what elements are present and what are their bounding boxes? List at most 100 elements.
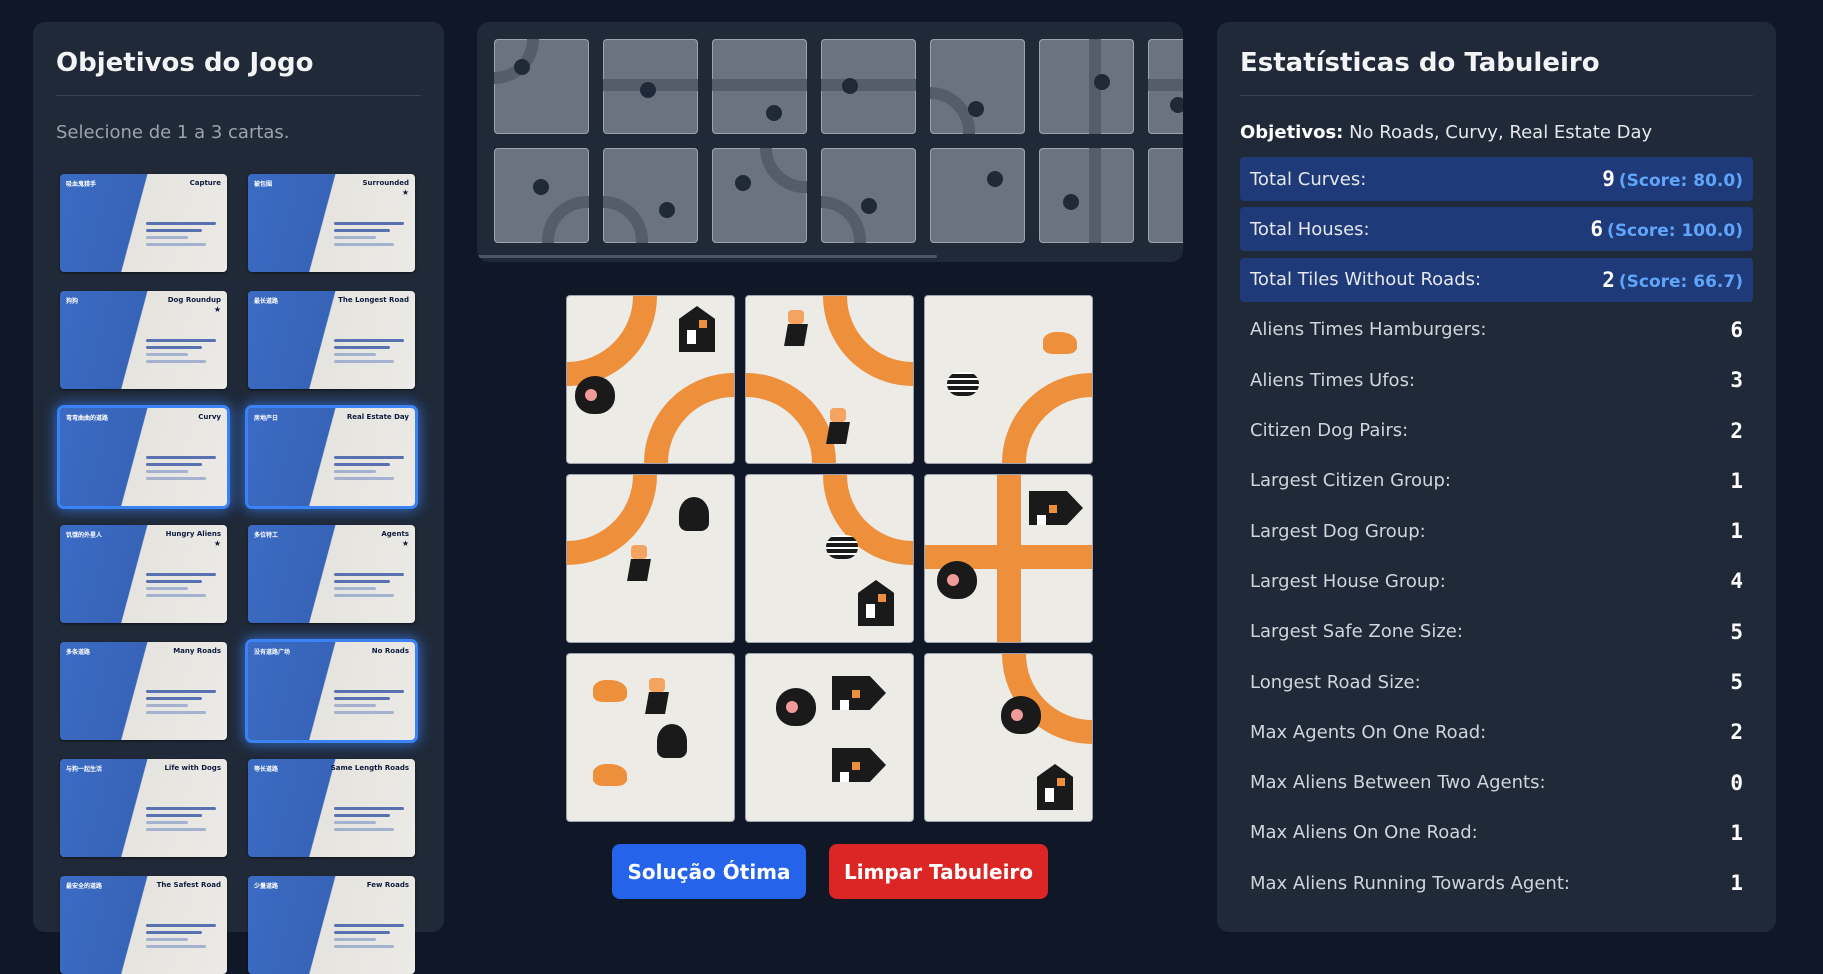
tray-scrollbar[interactable] <box>477 255 937 258</box>
card-description <box>334 807 404 835</box>
card-chinese-title: 多条道路 <box>66 649 91 656</box>
stat-value: 1 <box>1730 820 1743 845</box>
house-icon <box>858 580 894 626</box>
objective-card[interactable]: 多条道路 Many Roads <box>60 642 227 740</box>
board-tile[interactable] <box>925 296 1092 463</box>
stat-value: 0 <box>1730 770 1743 795</box>
dog-icon <box>1043 332 1077 354</box>
stat-value: 5 <box>1730 670 1743 694</box>
objective-card[interactable]: 没有道路广场 No Roads <box>248 642 415 740</box>
tray-tile[interactable] <box>603 39 698 134</box>
card-chinese-title: 最长道路 <box>254 298 279 305</box>
tray-tile[interactable] <box>603 148 698 243</box>
card-illustration <box>256 426 336 496</box>
tray-tile[interactable] <box>1039 39 1134 134</box>
objective-card[interactable]: 少量道路 Few Roads <box>248 876 415 974</box>
stat-row: Largest House Group: 4 <box>1240 559 1753 603</box>
card-illustration <box>68 543 148 613</box>
stat-value-group: 0 <box>1730 771 1743 795</box>
alien-icon <box>575 376 615 414</box>
board-tile[interactable] <box>746 654 913 821</box>
objectives-value: No Roads, Curvy, Real Estate Day <box>1349 122 1653 143</box>
stat-value-group: 1 <box>1730 469 1743 493</box>
tray-tile[interactable] <box>494 148 589 243</box>
card-description <box>334 222 404 250</box>
board-tile[interactable] <box>925 654 1092 821</box>
card-title: The Safest Road <box>156 881 221 889</box>
board-tile[interactable] <box>746 475 913 642</box>
card-title: Surrounded <box>362 179 409 187</box>
citizen-icon <box>784 310 808 346</box>
tray-tile[interactable] <box>930 39 1025 134</box>
clear-board-button[interactable]: Limpar Tabuleiro <box>829 844 1048 899</box>
stat-row: Largest Citizen Group: 1 <box>1240 459 1753 503</box>
stat-value: 1 <box>1730 519 1743 544</box>
tray-tile[interactable] <box>712 39 807 134</box>
tray-tile[interactable] <box>1039 148 1134 243</box>
stat-row: Max Aliens Running Towards Agent: 1 <box>1240 861 1753 905</box>
tray-tile[interactable] <box>494 39 589 134</box>
stat-score: (Score: 100.0) <box>1607 221 1743 242</box>
card-description <box>146 573 216 601</box>
card-title: Capture <box>189 179 221 187</box>
tray-tile[interactable] <box>1148 39 1183 134</box>
tile-tray[interactable] <box>477 22 1183 262</box>
card-description <box>146 690 216 718</box>
tray-tile[interactable] <box>821 148 916 243</box>
stat-label: Max Aliens On One Road: <box>1250 822 1478 844</box>
alien-icon <box>937 561 977 599</box>
board-tile[interactable] <box>567 296 734 463</box>
board-tile[interactable] <box>925 475 1092 642</box>
board-tile[interactable] <box>567 654 734 821</box>
card-title: No Roads <box>371 647 409 655</box>
objective-card[interactable]: 与狗一起生活 Life with Dogs <box>60 759 227 857</box>
stat-value-group: 1 <box>1730 871 1743 895</box>
card-illustration <box>68 660 148 730</box>
card-description <box>146 924 216 952</box>
card-illustration <box>68 309 148 379</box>
objectives-panel: Objetivos do Jogo Selecione de 1 a 3 car… <box>33 22 444 974</box>
card-illustration <box>256 777 336 847</box>
stat-value: 9 <box>1602 167 1615 191</box>
optimal-solution-button[interactable]: Solução Ótima <box>612 844 806 899</box>
stat-value-group: 5 <box>1730 670 1743 694</box>
house-icon <box>832 676 886 710</box>
objective-card[interactable]: 被包围 Surrounded ★ <box>248 174 415 272</box>
card-illustration <box>256 543 336 613</box>
stat-value: 2 <box>1730 720 1743 745</box>
stat-row: Max Agents On One Road: 2 <box>1240 710 1753 754</box>
card-chinese-title: 等长道路 <box>254 766 279 773</box>
alien-icon <box>1001 696 1041 734</box>
objective-card[interactable]: 等长道路 Same Length Roads <box>248 759 415 857</box>
stat-row: Longest Road Size: 5 <box>1240 660 1753 704</box>
card-chinese-title: 最安全的道路 <box>66 883 103 890</box>
objective-card[interactable]: 狗狗 Dog Roundup ★ <box>60 291 227 389</box>
objective-card[interactable]: 最安全的道路 The Safest Road <box>60 876 227 974</box>
objective-card[interactable]: 饥饿的外星人 Hungry Aliens ★ <box>60 525 227 623</box>
objective-card[interactable]: 吸血鬼猎手 Capture <box>60 174 227 272</box>
objective-card[interactable]: 多位特工 Agents ★ <box>248 525 415 623</box>
objective-card[interactable]: 最长道路 The Longest Road <box>248 291 415 389</box>
game-board[interactable] <box>567 296 1092 821</box>
stat-row: Total Tiles Without Roads: 2 (Score: 66.7) <box>1240 257 1753 302</box>
tray-tile[interactable] <box>821 39 916 134</box>
tray-tile[interactable] <box>712 148 807 243</box>
stat-value: 1 <box>1730 871 1743 896</box>
stat-value: 6 <box>1730 317 1743 342</box>
star-icon: ★ <box>213 305 221 314</box>
objective-card[interactable]: 弯弯曲曲的道路 Curvy <box>60 408 227 506</box>
tray-tile[interactable] <box>930 148 1025 243</box>
card-description <box>146 222 216 250</box>
objective-card[interactable]: 房地产日 Real Estate Day <box>248 408 415 506</box>
card-chinese-title: 多位特工 <box>254 532 279 539</box>
tray-tile[interactable] <box>1148 148 1183 243</box>
card-description <box>334 456 404 484</box>
stat-value-group: 4 <box>1730 569 1743 593</box>
stat-value: 3 <box>1730 368 1743 393</box>
board-tile[interactable] <box>567 475 734 642</box>
house-icon <box>832 748 886 782</box>
dog-icon <box>593 680 627 702</box>
stat-value: 2 <box>1730 418 1743 443</box>
card-chinese-title: 被包围 <box>254 181 273 188</box>
board-tile[interactable] <box>746 296 913 463</box>
